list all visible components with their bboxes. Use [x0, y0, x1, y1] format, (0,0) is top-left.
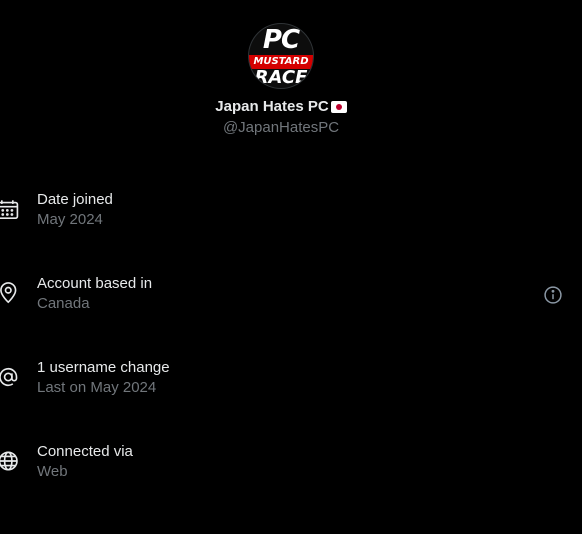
row-username-changes: 1 username change Last on May 2024 [0, 350, 582, 434]
location-pin-icon [0, 282, 22, 304]
display-name: Japan Hates PC [215, 98, 329, 115]
display-name-row: Japan Hates PC [215, 98, 347, 115]
avatar[interactable]: PC MUSTARD RACE [249, 24, 313, 88]
row-connected-via: Connected via Web [0, 434, 582, 518]
connected-via-label: Connected via [37, 443, 133, 460]
globe-icon [0, 450, 22, 472]
date-joined-label: Date joined [37, 191, 113, 208]
account-location-value: Canada [37, 295, 90, 312]
username-change-label: 1 username change [37, 359, 170, 376]
username-change-value: Last on May 2024 [37, 379, 157, 396]
profile-header: PC MUSTARD RACE Japan Hates PC @JapanHat… [0, 24, 562, 136]
avatar-text-top: PC [262, 25, 300, 55]
row-account-location: Account based in Canada [0, 266, 582, 350]
account-info-list: Date joined May 2024 Account based in Ca… [0, 182, 582, 518]
account-location-label: Account based in [37, 275, 153, 292]
at-sign-icon [0, 366, 22, 388]
japan-flag-icon [330, 100, 347, 113]
info-icon[interactable] [543, 285, 563, 305]
calendar-icon [0, 198, 22, 220]
connected-via-value: Web [37, 463, 68, 480]
date-joined-value: May 2024 [37, 211, 103, 228]
avatar-text-bottom: RACE [254, 67, 308, 88]
user-handle: @JapanHatesPC [222, 119, 340, 136]
row-date-joined: Date joined May 2024 [0, 182, 582, 266]
